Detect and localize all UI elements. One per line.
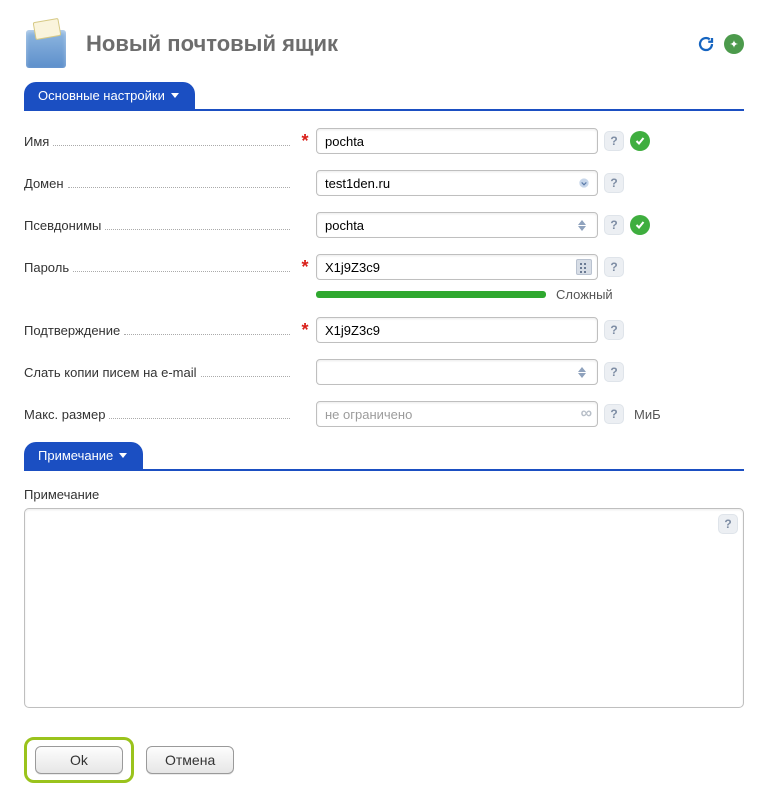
- dropdown-icon[interactable]: [576, 175, 592, 191]
- name-input[interactable]: [316, 128, 598, 154]
- help-icon[interactable]: ?: [604, 173, 624, 193]
- confirm-input[interactable]: [316, 317, 598, 343]
- help-icon[interactable]: ?: [604, 320, 624, 340]
- copies-input[interactable]: [316, 359, 598, 385]
- check-ok-icon: [630, 131, 650, 151]
- label-aliases: Псевдонимы: [24, 218, 101, 233]
- help-icon[interactable]: ?: [604, 215, 624, 235]
- infinity-icon[interactable]: ∞: [581, 405, 592, 423]
- note-textarea[interactable]: [24, 508, 744, 708]
- cancel-button[interactable]: Отмена: [146, 746, 234, 774]
- label-maxsize: Макс. размер: [24, 407, 105, 422]
- help-icon[interactable]: ?: [604, 257, 624, 277]
- label-copies: Слать копии писем на e-mail: [24, 365, 197, 380]
- check-ok-icon: [630, 215, 650, 235]
- label-note: Примечание: [24, 487, 744, 502]
- unit-mib: МиБ: [634, 407, 661, 422]
- aliases-input[interactable]: [316, 212, 598, 238]
- mailbox-icon: [24, 20, 72, 68]
- ok-highlight: Ok: [24, 737, 134, 783]
- label-password: Пароль: [24, 260, 69, 275]
- section-main-settings[interactable]: Основные настройки: [24, 82, 195, 109]
- password-strength-bar: [316, 291, 546, 298]
- section-main-label: Основные настройки: [38, 88, 165, 103]
- label-domain: Домен: [24, 176, 64, 191]
- required-mark: *: [294, 131, 316, 152]
- section-note[interactable]: Примечание: [24, 442, 143, 469]
- password-strength-label: Сложный: [556, 287, 613, 302]
- password-input[interactable]: [316, 254, 598, 280]
- label-confirm: Подтверждение: [24, 323, 120, 338]
- help-icon[interactable]: ?: [604, 404, 624, 424]
- help-icon[interactable]: ?: [718, 514, 738, 534]
- section-note-label: Примечание: [38, 448, 113, 463]
- refresh-icon[interactable]: [696, 34, 716, 54]
- domain-select[interactable]: [316, 170, 598, 196]
- chevron-down-icon: [119, 453, 127, 458]
- maxsize-input[interactable]: [316, 401, 598, 427]
- required-mark: *: [294, 257, 316, 278]
- generate-password-icon[interactable]: [576, 259, 592, 275]
- help-icon[interactable]: ?: [604, 362, 624, 382]
- ok-button[interactable]: Ok: [35, 746, 123, 774]
- label-name: Имя: [24, 134, 49, 149]
- stepper-icon[interactable]: [578, 214, 594, 236]
- help-icon[interactable]: ?: [604, 131, 624, 151]
- stepper-icon[interactable]: [578, 361, 594, 383]
- page-title: Новый почтовый ящик: [86, 31, 696, 57]
- chevron-down-icon: [171, 93, 179, 98]
- globe-icon[interactable]: ✦: [724, 34, 744, 54]
- required-mark: *: [294, 320, 316, 341]
